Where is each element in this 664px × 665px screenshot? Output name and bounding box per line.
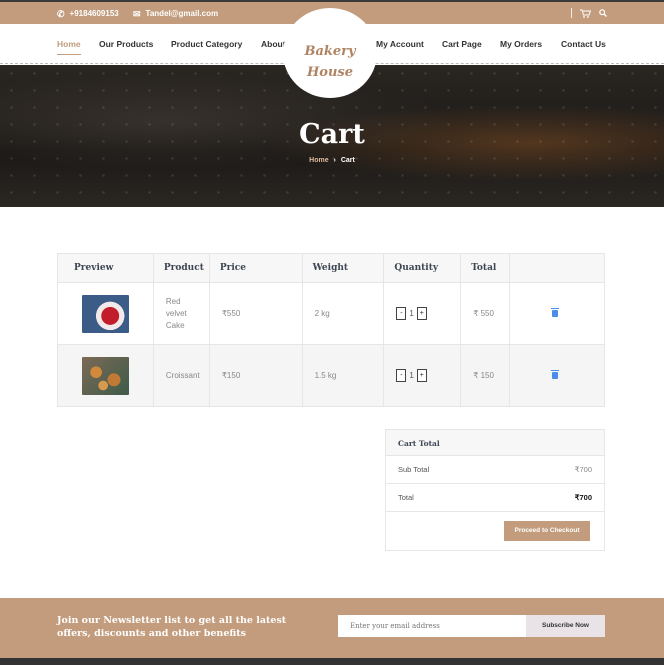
phone-contact[interactable]: ✆ +9184609153 <box>57 9 119 18</box>
quantity-cell: - 1 + <box>383 282 462 345</box>
cart-table-header: Preview Product Price Weight Quantity To… <box>57 253 605 283</box>
footer-bar <box>0 658 664 665</box>
email-contact[interactable]: ✉ Tandel@gmail.com <box>133 9 218 18</box>
logo-line-1: Bakery <box>304 44 356 59</box>
product-weight: 1.5 kg <box>301 344 385 407</box>
croissant-image <box>82 356 129 395</box>
phone-number: +9184609153 <box>69 9 119 18</box>
total-row: Total ₹700 <box>386 484 604 512</box>
email-address: Tandel@gmail.com <box>145 9 219 18</box>
column-header-weight: Weight <box>301 253 385 283</box>
breadcrumb-home-link[interactable]: Home <box>309 157 328 164</box>
breadcrumb-separator: › <box>333 157 336 164</box>
page-title: Cart <box>299 119 365 150</box>
total-label: Total <box>398 493 414 502</box>
checkout-footer: Proceed to Checkout <box>386 512 604 550</box>
bakery-house-logo[interactable]: Bakery House <box>283 8 377 98</box>
column-header-quantity: Quantity <box>383 253 462 283</box>
nav-my-account[interactable]: My Account <box>376 39 424 49</box>
nav-contact-us[interactable]: Contact Us <box>561 39 606 49</box>
nav-product-category[interactable]: Product Category <box>171 39 242 49</box>
product-price: ₹550 <box>208 282 303 345</box>
column-header-preview: Preview <box>57 253 154 283</box>
subtotal-value: ₹700 <box>574 465 592 474</box>
line-total: ₹ 150 <box>460 344 511 407</box>
product-name: Croissant <box>152 344 210 407</box>
product-weight: 2 kg <box>301 282 385 345</box>
quantity-stepper: - 1 + <box>396 369 460 382</box>
increase-quantity-button[interactable]: + <box>416 307 427 320</box>
preview-cell <box>57 344 154 407</box>
nav-cart-page[interactable]: Cart Page <box>442 39 482 49</box>
decrease-quantity-button[interactable]: - <box>396 307 407 320</box>
cart-total-title: Cart Total <box>386 430 604 456</box>
table-row: Croissant ₹150 1.5 kg - 1 + ₹ 150 <box>57 344 605 407</box>
mail-icon: ✉ <box>133 8 141 19</box>
newsletter-text: Join our Newsletter list to get all the … <box>57 615 287 639</box>
quantity-stepper: - 1 + <box>396 307 460 320</box>
increase-quantity-button[interactable]: + <box>416 369 427 382</box>
trash-icon[interactable] <box>551 370 560 379</box>
preview-cell <box>57 282 154 345</box>
nav-our-products[interactable]: Our Products <box>99 39 153 49</box>
actions-cell <box>509 344 605 407</box>
phone-icon: ✆ <box>57 8 65 19</box>
trash-icon[interactable] <box>551 308 560 317</box>
cart-icon[interactable] <box>580 9 591 18</box>
cart-total-panel: Cart Total Sub Total ₹700 Total ₹700 Pro… <box>385 429 605 551</box>
nav-my-orders[interactable]: My Orders <box>500 39 542 49</box>
line-total: ₹ 550 <box>460 282 511 345</box>
quantity-cell: - 1 + <box>383 344 462 407</box>
logo-line-2: House <box>307 65 353 80</box>
column-header-product: Product <box>152 253 210 283</box>
search-icon[interactable] <box>599 9 607 17</box>
column-header-price: Price <box>208 253 303 283</box>
column-header-actions <box>509 253 605 283</box>
quantity-value: 1 <box>409 371 414 380</box>
cart-table: Preview Product Price Weight Quantity To… <box>57 253 605 407</box>
subtotal-row: Sub Total ₹700 <box>386 456 604 484</box>
total-value: ₹700 <box>574 493 592 502</box>
breadcrumb-current: Cart <box>340 157 355 164</box>
actions-cell <box>509 282 605 345</box>
topbar-divider <box>571 8 572 18</box>
proceed-to-checkout-button[interactable]: Proceed to Checkout <box>504 521 590 541</box>
decrease-quantity-button[interactable]: - <box>396 369 407 382</box>
quantity-value: 1 <box>409 309 414 318</box>
breadcrumb: Home › Cart <box>0 157 664 164</box>
column-header-total: Total <box>460 253 511 283</box>
topbar-actions <box>571 8 607 18</box>
table-row: Red velvet Cake ₹550 2 kg - 1 + ₹ 550 <box>57 282 605 345</box>
subscribe-button[interactable]: Subscribe Now <box>526 615 605 637</box>
product-name: Red velvet Cake <box>152 282 210 345</box>
product-price: ₹150 <box>208 344 303 407</box>
newsletter-email-input[interactable] <box>338 615 526 637</box>
subtotal-label: Sub Total <box>398 465 430 474</box>
nav-home[interactable]: Home <box>57 39 81 55</box>
newsletter-section: Join our Newsletter list to get all the … <box>0 598 664 658</box>
red-velvet-cake-image <box>82 294 129 333</box>
